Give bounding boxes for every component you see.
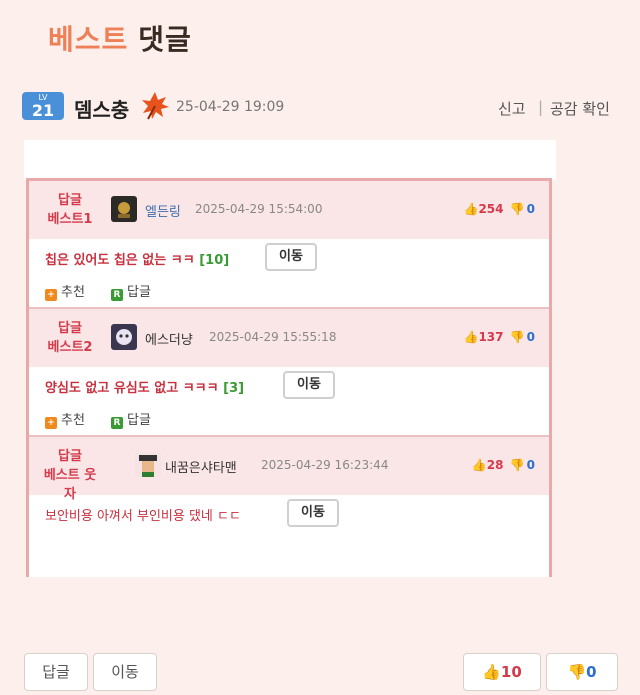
thumbs-down-icon: 👎 [509,330,525,344]
reply-upvotes: 28 [486,458,504,472]
reply-text: 보안비용 아껴서 부인비용 댔네 ㄷㄷ [45,505,241,524]
thumbs-down-icon: 👎 [509,202,525,216]
author-nickname[interactable]: 뎀스충 [74,94,129,123]
reply-downvotes: 0 [526,458,535,472]
reply-text-content: 칩은 있어도 칩은 없는 ㅋㅋ [45,253,195,268]
reply-upvotes: 137 [478,330,504,344]
downvote-button[interactable]: 👎0 [546,653,618,691]
title-comment: 댓글 [138,23,192,56]
reply-username[interactable]: 내꿈은샤타맨 [165,457,237,476]
recommend-button[interactable]: + 추천 [45,281,85,301]
level-badge: LV 21 [22,92,64,120]
best-label-line1: 답글 [58,193,82,208]
best-label: 답글 베스트2 [39,319,101,357]
reply-upvotes: 254 [478,202,504,216]
reply-downvotes: 0 [526,330,535,344]
reply-button[interactable]: 답글 [24,653,88,691]
level-number: 21 [31,101,55,120]
reply-username[interactable]: 엘든링 [145,201,181,220]
plus-icon: + [45,417,57,429]
avatar-icon [135,452,161,478]
thumbs-up-icon: 👍 [463,330,479,344]
thumbs-up-icon: 👍 [482,663,501,681]
reply-votes: 👍137 👎 0 [463,330,535,344]
reply-votes: 👍28 👎 0 [472,458,535,472]
title-best: 베스트 [48,23,129,56]
reply-body: 양심도 없고 유심도 없고 ㅋㅋㅋ [3] 이동 [29,367,549,403]
reply-text: 양심도 없고 유심도 없고 ㅋㅋㅋ [3] [45,377,244,396]
reply-votes: 👍254 👎 0 [463,202,535,216]
reply-count: [3] [223,381,245,396]
upvote-button[interactable]: 👍10 [463,653,541,691]
move-button[interactable]: 이동 [287,499,339,527]
thumbs-up-icon: 👍 [471,458,487,472]
reply-actions: + 추천 R 답글 [29,403,549,435]
reply-body: 칩은 있어도 칩은 없는 ㅋㅋ [10] 이동 [29,239,549,275]
move-button[interactable]: 이동 [283,371,335,399]
reply-downvotes: 0 [526,202,535,216]
avatar-icon [111,324,137,350]
reply-date: 2025-04-29 15:55:18 [209,330,337,344]
reply-header: 답글 베스트2 에스더냥 2025-04-29 15:55:18 👍137 👎 0 [29,309,549,367]
recommend-button[interactable]: + 추천 [45,409,85,429]
reply-button[interactable]: R 답글 [111,281,151,301]
reply-date: 2025-04-29 15:54:00 [195,202,323,216]
best-reply-funny: 답글 베스트 웃자 내꿈은샤타맨 2025-04-29 16:23:44 👍28… [29,437,549,531]
recommend-label: 추천 [61,285,85,300]
reply-body: 보안비용 아껴서 부인비용 댔네 ㄷㄷ 이동 [29,495,549,531]
reply-header: 답글 베스트1 엘든링 2025-04-29 15:54:00 👍254 👎 0 [29,181,549,239]
recommend-label: 추천 [61,413,85,428]
like-check-link[interactable]: 공감 확인 [550,98,610,119]
avatar-icon [111,196,137,222]
reply-header: 답글 베스트 웃자 내꿈은샤타맨 2025-04-29 16:23:44 👍28… [29,437,549,502]
reply-username[interactable]: 에스더냥 [145,329,193,348]
best-label-line2: 베스트1 [47,212,93,227]
upvote-count: 10 [500,663,522,681]
page-title: 베스트 댓글 [48,18,192,58]
comment-author-row: LV 21 뎀스충 25-04-29 19:09 신고 | 공감 확인 [22,90,618,124]
reply-text: 칩은 있어도 칩은 없는 ㅋㅋ [10] [45,249,229,268]
separator: | [538,98,544,116]
best-reply-2: 답글 베스트2 에스더냥 2025-04-29 15:55:18 👍137 👎 0… [29,309,549,437]
reply-label: 답글 [127,285,151,300]
best-label-line1: 답글 [58,449,82,464]
downvote-count: 0 [586,663,597,681]
move-button[interactable]: 이동 [265,243,317,271]
thumbs-up-icon: 👍 [463,202,479,216]
move-button[interactable]: 이동 [93,653,157,691]
post-time: 25-04-29 19:09 [176,99,285,115]
reply-actions: + 추천 R 답글 [29,275,549,307]
reply-date: 2025-04-29 16:23:44 [261,458,389,472]
reply-text-content: 보안비용 아껴서 부인비용 댔네 ㄷㄷ [45,509,241,524]
report-link[interactable]: 신고 [498,98,526,119]
thumbs-down-icon: 👎 [567,663,587,681]
reply-text-content: 양심도 없고 유심도 없고 ㅋㅋㅋ [45,381,219,396]
best-reply-1: 답글 베스트1 엘든링 2025-04-29 15:54:00 👍254 👎 0 … [29,181,549,309]
reply-r-icon: R [111,289,123,301]
best-label-line2: 베스트2 [47,340,93,355]
plus-icon: + [45,289,57,301]
best-label: 답글 베스트1 [39,191,101,229]
best-label-line1: 답글 [58,321,82,336]
reply-button[interactable]: R 답글 [111,409,151,429]
thumbs-down-icon: 👎 [509,458,525,472]
embedded-screenshot: 답글 베스트1 엘든링 2025-04-29 15:54:00 👍254 👎 0 … [26,178,552,577]
reply-count: [10] [199,253,230,268]
reply-label: 답글 [127,413,151,428]
screenshot-top-area [24,140,556,180]
reply-r-icon: R [111,417,123,429]
maple-leaf-icon [142,92,169,120]
